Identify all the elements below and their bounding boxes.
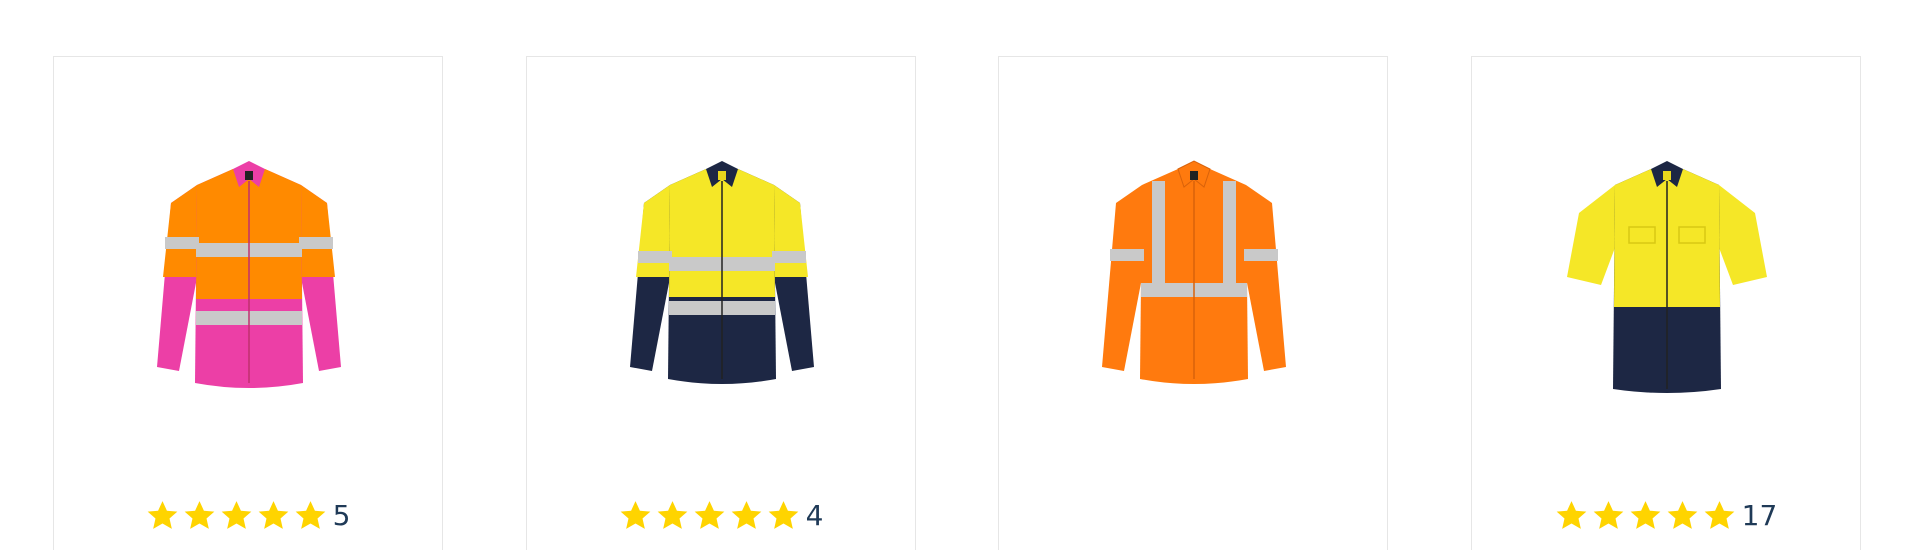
star-rating (1555, 499, 1736, 532)
product-grid: 5 4 17 (0, 0, 1920, 550)
star-rating (146, 499, 327, 532)
rating: 4 (527, 499, 915, 532)
review-count[interactable]: 4 (806, 499, 824, 532)
rating: 5 (54, 499, 442, 532)
star-rating (619, 499, 800, 532)
star-icon (184, 501, 214, 529)
star-icon (221, 501, 251, 529)
star-icon (1593, 501, 1624, 529)
rating: 17 (1472, 499, 1860, 532)
hi-vis-shirt-yellow-navy-icon (630, 161, 814, 384)
product-card[interactable]: 17 (1471, 56, 1861, 550)
star-icon (295, 501, 325, 529)
hi-vis-shirt-yellow-navy-short-sleeve-icon (1567, 161, 1767, 393)
star-icon (731, 501, 761, 529)
star-icon (1704, 501, 1735, 529)
hi-vis-shirt-orange-pink-icon (157, 161, 341, 388)
star-icon (147, 501, 177, 529)
product-image[interactable] (54, 147, 444, 407)
product-card[interactable] (998, 56, 1388, 550)
star-icon (694, 501, 724, 529)
product-image[interactable] (1472, 147, 1862, 407)
star-icon (768, 501, 798, 529)
hi-vis-shirt-orange-x-back-icon (1102, 160, 1286, 384)
product-image[interactable] (999, 147, 1389, 407)
star-icon (657, 501, 687, 529)
product-image[interactable] (527, 147, 917, 407)
product-card[interactable]: 5 (53, 56, 443, 550)
star-icon (1556, 501, 1587, 529)
star-icon (620, 501, 650, 529)
star-icon (1630, 501, 1661, 529)
star-icon (1667, 501, 1698, 529)
review-count[interactable]: 17 (1742, 499, 1778, 532)
star-icon (258, 501, 288, 529)
product-card[interactable]: 4 (526, 56, 916, 550)
review-count[interactable]: 5 (333, 499, 351, 532)
